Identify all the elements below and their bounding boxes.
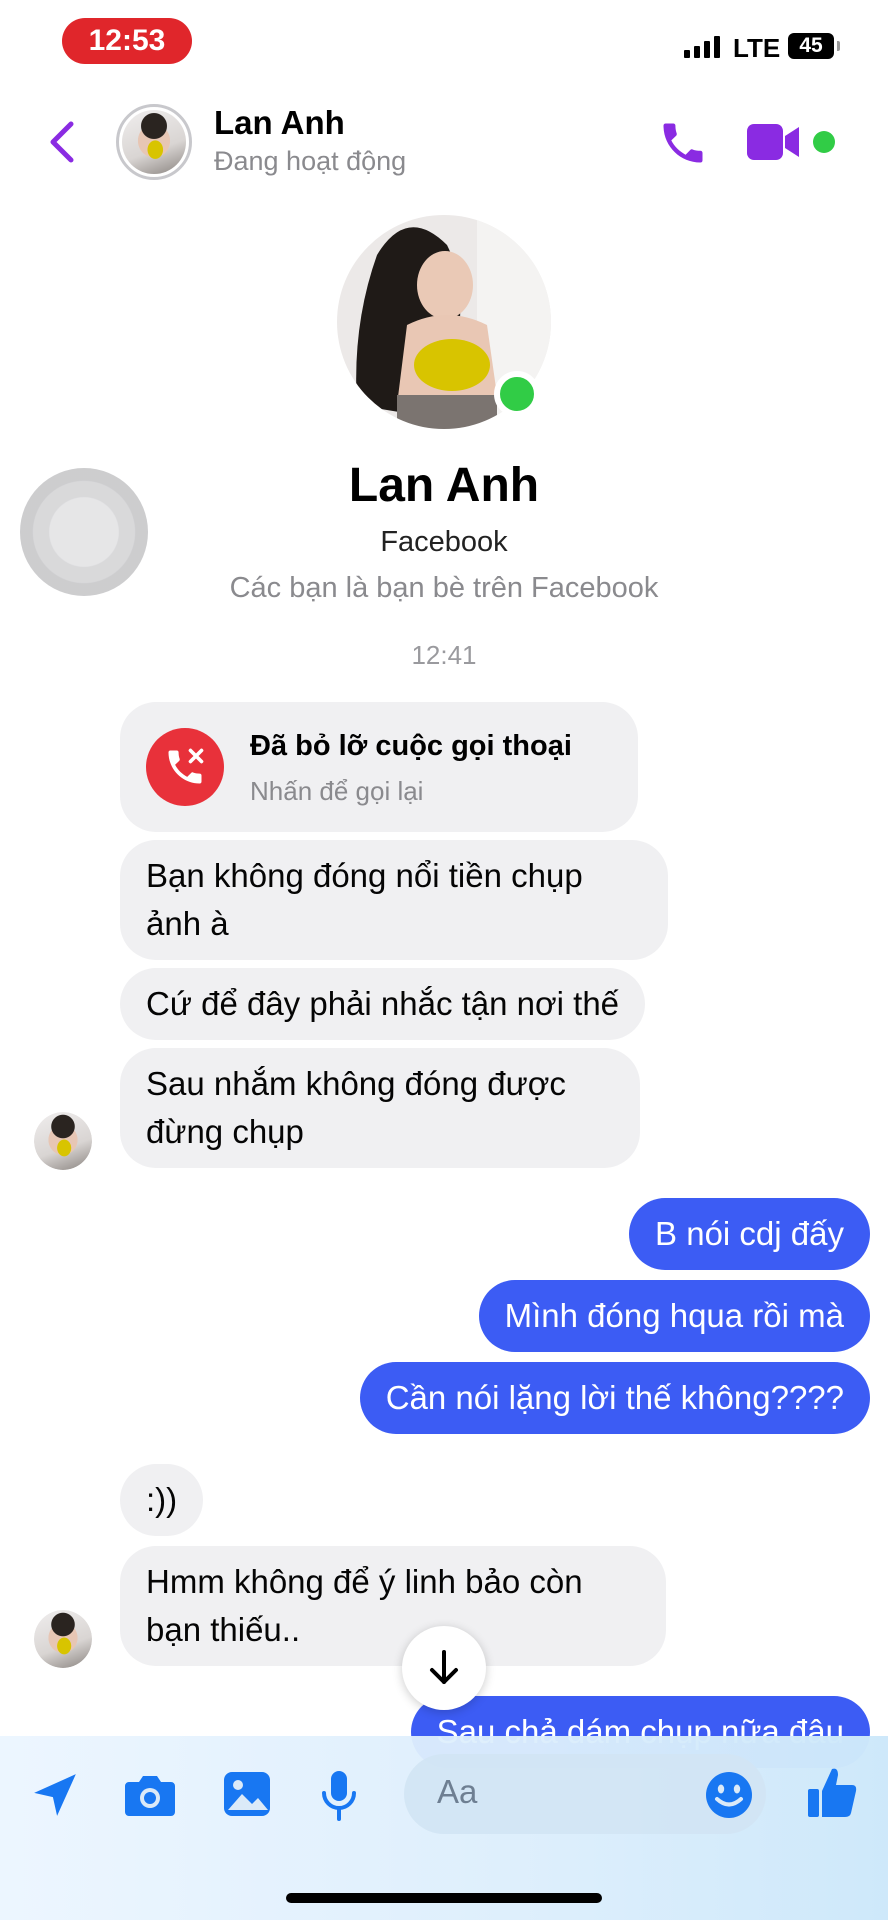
camera-button[interactable] bbox=[118, 1766, 182, 1824]
gallery-button[interactable] bbox=[216, 1764, 278, 1824]
send-location-button[interactable] bbox=[26, 1766, 84, 1824]
missed-call-title: Đã bỏ lỡ cuộc gọi thoại bbox=[250, 730, 572, 762]
message-bubble-incoming[interactable]: Sau nhắm không đóng được đừng chụp bbox=[120, 1048, 640, 1168]
sender-avatar[interactable] bbox=[34, 1112, 92, 1170]
voice-call-button[interactable] bbox=[652, 112, 714, 174]
back-icon bbox=[50, 121, 74, 163]
thumbs-up-icon bbox=[808, 1768, 857, 1817]
phone-icon bbox=[663, 123, 703, 163]
gallery-icon bbox=[224, 1772, 270, 1816]
active-status: Đang hoạt động bbox=[214, 146, 407, 176]
video-call-button[interactable] bbox=[744, 116, 806, 168]
send-location-icon bbox=[34, 1774, 76, 1816]
status-time: 12:53 bbox=[62, 18, 192, 64]
friends-note: Các bạn là bạn bè trên Facebook bbox=[229, 572, 659, 604]
contact-name[interactable]: Lan Anh bbox=[214, 104, 345, 142]
sender-avatar[interactable] bbox=[34, 1610, 92, 1668]
message-bubble-incoming[interactable]: Hmm không để ý linh bảo còn bạn thiếu.. bbox=[120, 1546, 666, 1666]
floating-assistive-button[interactable] bbox=[20, 468, 148, 596]
battery-icon: 45 bbox=[788, 33, 840, 59]
home-indicator bbox=[286, 1893, 602, 1903]
video-icon bbox=[747, 124, 799, 160]
arrow-down-icon bbox=[430, 1650, 458, 1684]
emoji-button[interactable] bbox=[700, 1766, 758, 1824]
message-bubble-outgoing[interactable]: B nói cdj đấy bbox=[629, 1198, 870, 1270]
message-bubble-incoming[interactable]: Cứ để đây phải nhắc tận nơi thế bbox=[120, 968, 646, 1040]
video-active-dot bbox=[813, 131, 835, 153]
message-bubble-incoming[interactable]: :)) bbox=[120, 1464, 204, 1536]
camera-icon bbox=[125, 1776, 175, 1816]
message-timestamp: 12:41 bbox=[411, 640, 477, 670]
missed-call-subtitle: Nhấn để gọi lại bbox=[250, 776, 424, 806]
network-label: LTE bbox=[733, 33, 781, 63]
header-avatar[interactable] bbox=[116, 104, 192, 180]
message-bubble-outgoing[interactable]: Mình đóng hqua rồi mà bbox=[478, 1280, 870, 1352]
online-indicator bbox=[494, 371, 540, 417]
emoji-icon bbox=[706, 1772, 752, 1818]
message-bubble-outgoing[interactable]: Cần nói lặng lời thế không???? bbox=[359, 1362, 870, 1434]
signal-icon bbox=[684, 36, 720, 58]
back-button[interactable] bbox=[36, 116, 88, 168]
like-button[interactable] bbox=[800, 1760, 864, 1824]
message-input-placeholder: Aa bbox=[437, 1773, 478, 1810]
voice-message-button[interactable] bbox=[310, 1764, 368, 1826]
microphone-icon bbox=[322, 1771, 356, 1821]
message-bubble-incoming[interactable]: Bạn không đóng nổi tiền chụp ảnh à bbox=[120, 840, 668, 960]
missed-call-icon bbox=[146, 728, 224, 806]
scroll-to-bottom-button[interactable] bbox=[402, 1626, 486, 1710]
